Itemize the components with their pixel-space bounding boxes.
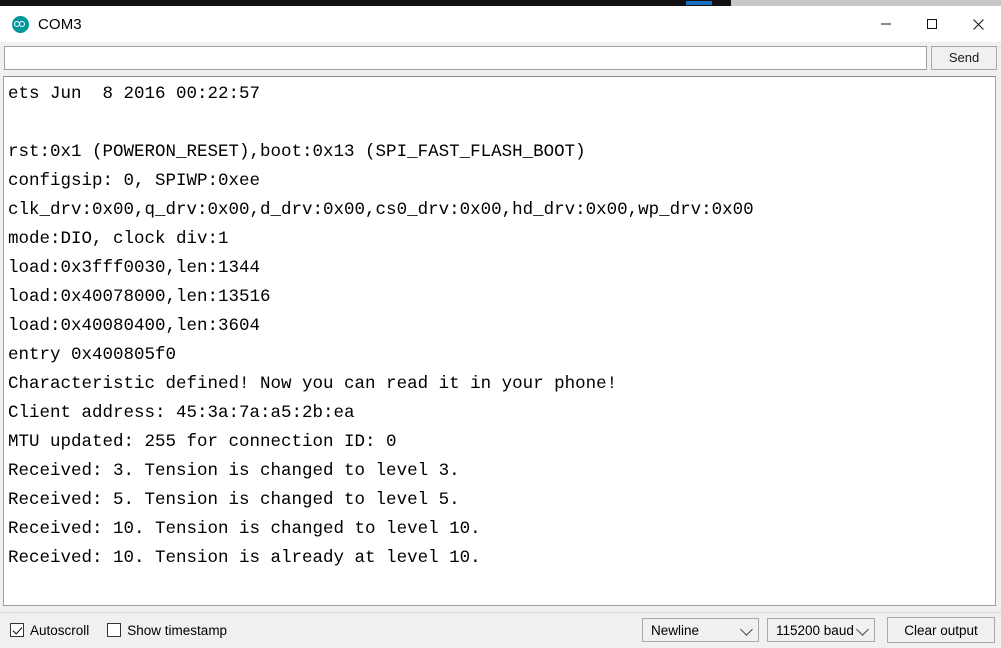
show-timestamp-label: Show timestamp	[127, 622, 228, 638]
chevron-down-icon	[740, 623, 753, 636]
serial-output-console[interactable]: ets Jun 8 2016 00:22:57 rst:0x1 (POWERON…	[3, 76, 996, 606]
send-row: Send	[0, 42, 1001, 74]
status-bar: Autoscroll Show timestamp Newline 115200…	[0, 612, 1001, 648]
send-button[interactable]: Send	[931, 46, 997, 70]
line-ending-value: Newline	[651, 622, 700, 638]
background-window-accent	[686, 1, 712, 5]
show-timestamp-checkbox-box[interactable]	[107, 623, 122, 637]
chevron-down-icon	[856, 623, 869, 636]
baud-rate-select[interactable]: 115200 baud	[767, 618, 875, 642]
autoscroll-checkbox[interactable]: Autoscroll	[10, 623, 89, 638]
title-bar: COM3	[0, 6, 1001, 42]
baud-rate-value: 115200 baud	[776, 622, 854, 638]
send-input[interactable]	[4, 46, 927, 70]
clear-output-button[interactable]: Clear output	[887, 617, 995, 643]
arduino-infinity-icon	[12, 15, 29, 33]
serial-monitor-window: COM3 Send ets Jun 8 2016 00:22:57 rst:0x…	[0, 0, 1001, 648]
autoscroll-checkbox-box[interactable]	[10, 623, 24, 637]
line-ending-select[interactable]: Newline	[642, 618, 759, 642]
window-title: COM3	[38, 15, 82, 33]
autoscroll-label: Autoscroll	[30, 622, 90, 638]
title-bar-left: COM3	[0, 15, 863, 33]
minimize-icon[interactable]	[863, 6, 909, 42]
show-timestamp-checkbox[interactable]: Show timestamp	[107, 623, 227, 638]
window-controls	[863, 6, 1001, 42]
console-text: ets Jun 8 2016 00:22:57 rst:0x1 (POWERON…	[8, 84, 754, 568]
maximize-icon[interactable]	[909, 6, 955, 42]
close-icon[interactable]	[955, 6, 1001, 42]
